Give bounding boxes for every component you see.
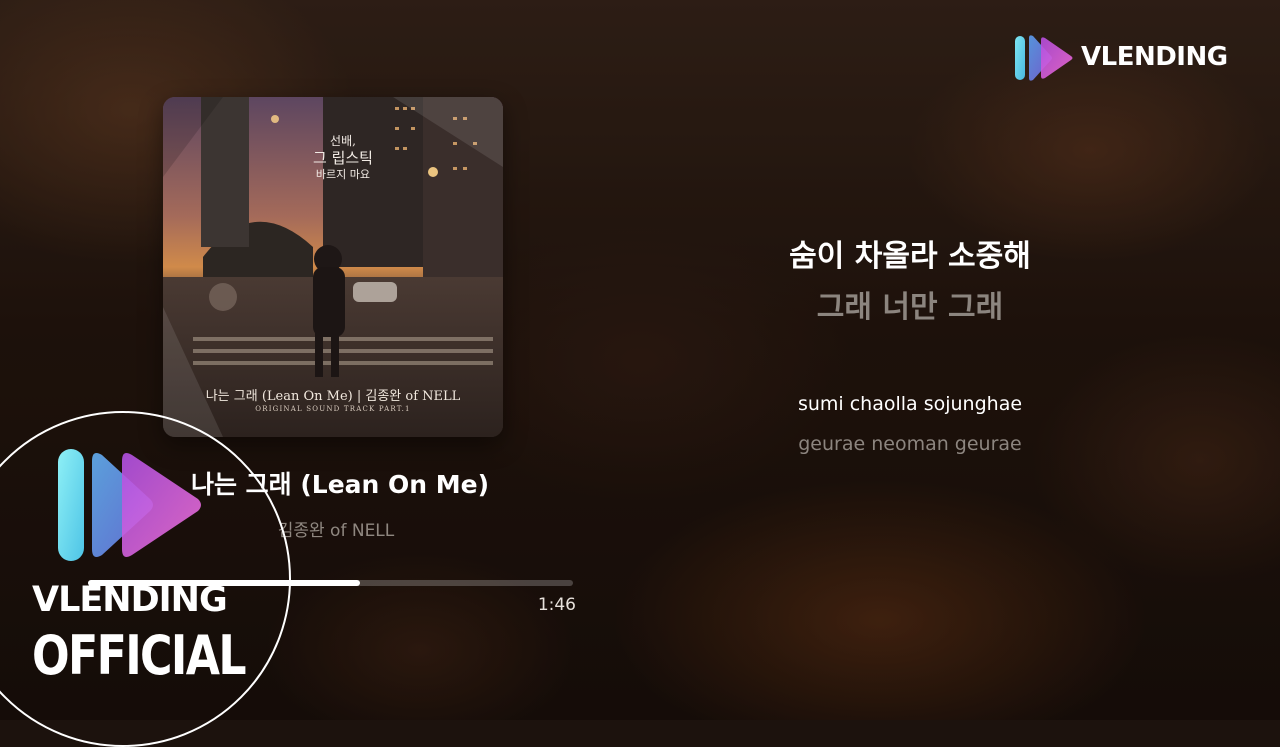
album-art: 선배, 그 립스틱 바르지 마요 나는 그래 (Lean On Me) | 김종… [163, 97, 503, 437]
ost-title-line1: 선배, [330, 134, 356, 148]
ost-drama-title: 선배, 그 립스틱 바르지 마요 [313, 133, 373, 183]
album-subcaption: ORIGINAL SOUND TRACK PART.1 [255, 405, 411, 413]
ost-title-line2: 그 립스틱 [313, 149, 373, 167]
vlending-badge-icon [58, 449, 201, 561]
channel-badge-name: VLENDING [32, 580, 228, 620]
lyric-next: 그래 너만 그래 [816, 290, 1004, 325]
album-caption: 나는 그래 (Lean On Me) | 김종완 of NELL [205, 389, 461, 404]
vlending-play-icon [1015, 35, 1073, 81]
lyric-romanized-current: sumi chaolla sojunghae [797, 393, 1023, 415]
elapsed-time: 1:46 [537, 595, 576, 615]
lyric-current: 숨이 차올라 소중해 [789, 239, 1031, 274]
brand-logo-text: VLENDING [1081, 42, 1228, 72]
ost-title-line3: 바르지 마요 [315, 168, 371, 181]
brand-logo: VLENDING [1013, 34, 1228, 82]
channel-badge-label: OFFICIAL [32, 624, 247, 687]
lyric-romanized-next: geurae neoman geurae [798, 433, 1022, 455]
